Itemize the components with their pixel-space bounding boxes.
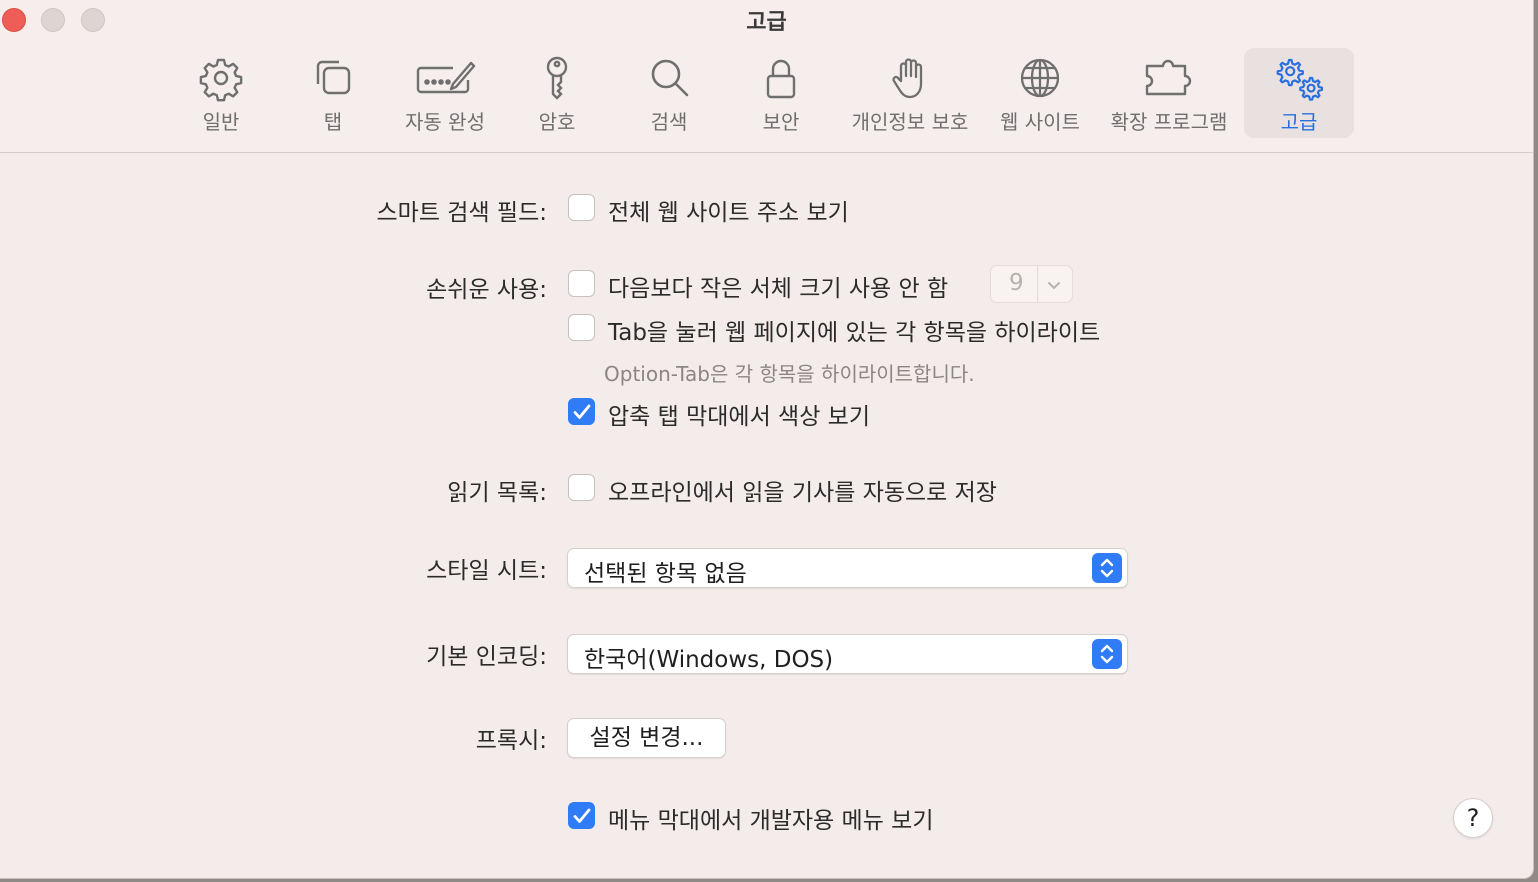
toolbar: 고급 일반 탭 자동 완성 암호 검색 보안 개인정보 보호 웹 사이트 확장 …	[0, 0, 1533, 153]
help-button[interactable]: ?	[1453, 798, 1493, 838]
lock-icon	[766, 59, 796, 99]
autofill-icon	[416, 61, 476, 94]
tab-tabs[interactable]: 탭	[288, 48, 378, 138]
tab-autofill[interactable]: 자동 완성	[396, 48, 494, 138]
tab-privacy-label: 개인정보 보호	[851, 110, 969, 134]
change-proxy-settings-button[interactable]: 설정 변경...	[567, 718, 726, 758]
accessibility-label: 손쉬운 사용:	[426, 277, 547, 303]
tab-highlight-label[interactable]: Tab을 눌러 웹 페이지에 있는 각 항목을 하이라이트	[608, 313, 1100, 347]
up-down-chevron-icon	[1100, 644, 1114, 664]
preferences-window: 고급 일반 탭 자동 완성 암호 검색 보안 개인정보 보호 웹 사이트 확장 …	[0, 0, 1534, 879]
develop-menu-label[interactable]: 메뉴 막대에서 개발자용 메뉴 보기	[608, 801, 933, 835]
compact-tab-color-checkbox[interactable]	[568, 398, 595, 425]
tab-highlight-hint: Option-Tab은 각 항목을 하이라이트합니다.	[604, 362, 975, 386]
show-full-address-checkbox[interactable]	[568, 194, 595, 221]
tab-privacy[interactable]: 개인정보 보호	[846, 48, 974, 138]
chevron-down-icon	[1048, 282, 1060, 289]
tab-advanced-label: 고급	[1280, 110, 1318, 134]
gears-icon	[1276, 58, 1323, 101]
save-offline-label[interactable]: 오프라인에서 읽을 기사를 자동으로 저장	[608, 473, 997, 507]
tab-security[interactable]: 보안	[736, 48, 826, 138]
tab-extensions[interactable]: 확장 프로그램	[1104, 48, 1234, 138]
tab-security-label: 보안	[762, 110, 800, 134]
tab-autofill-label: 자동 완성	[405, 110, 485, 134]
encoding-stepper[interactable]	[1092, 639, 1122, 669]
tab-general-label: 일반	[202, 110, 240, 134]
tab-websites-label: 웹 사이트	[1000, 110, 1080, 134]
tab-search[interactable]: 검색	[624, 48, 714, 138]
advanced-settings-pane: 스마트 검색 필드: 전체 웹 사이트 주소 보기 손쉬운 사용: 다음보다 작…	[0, 153, 1533, 878]
tab-websites[interactable]: 웹 사이트	[994, 48, 1086, 138]
tab-tabs-label: 탭	[323, 110, 343, 134]
tab-highlight-checkbox[interactable]	[568, 314, 595, 341]
checkmark-icon	[573, 404, 591, 419]
up-down-chevron-icon	[1100, 558, 1114, 578]
save-offline-checkbox[interactable]	[568, 474, 595, 501]
tab-search-label: 검색	[650, 110, 688, 134]
tab-passwords[interactable]: 암호	[512, 48, 602, 138]
min-font-size-checkbox[interactable]	[568, 270, 595, 297]
style-sheet-popup[interactable]: 선택된 항목 없음	[567, 548, 1128, 588]
min-font-size-select[interactable]: 9	[990, 265, 1073, 303]
proxies-label: 프록시:	[475, 728, 547, 754]
tab-general[interactable]: 일반	[176, 48, 266, 138]
develop-menu-checkbox[interactable]	[568, 802, 595, 829]
hand-icon	[892, 58, 923, 99]
select-divider	[1037, 266, 1038, 302]
encoding-value: 한국어(Windows, DOS)	[584, 647, 834, 673]
encoding-label: 기본 인코딩:	[426, 644, 547, 670]
globe-icon	[1020, 58, 1060, 98]
style-sheet-stepper[interactable]	[1092, 553, 1122, 583]
style-sheet-value: 선택된 항목 없음	[584, 561, 747, 587]
tab-advanced[interactable]: 고급	[1244, 48, 1354, 138]
style-sheet-label: 스타일 시트:	[426, 558, 547, 584]
key-icon	[546, 56, 568, 100]
smart-search-label: 스마트 검색 필드:	[376, 200, 548, 226]
min-font-size-label[interactable]: 다음보다 작은 서체 크기 사용 안 함	[608, 269, 948, 303]
min-font-size-value: 9	[1009, 270, 1024, 296]
gear-icon	[199, 58, 243, 102]
show-full-address-label[interactable]: 전체 웹 사이트 주소 보기	[608, 193, 849, 227]
search-icon	[651, 59, 689, 97]
tabs-icon	[316, 60, 351, 95]
tab-extensions-label: 확장 프로그램	[1110, 110, 1228, 134]
window-title: 고급	[746, 10, 787, 35]
encoding-popup[interactable]: 한국어(Windows, DOS)	[567, 634, 1128, 674]
puzzle-icon	[1145, 59, 1192, 96]
checkmark-icon	[573, 808, 591, 823]
compact-tab-color-label[interactable]: 압축 탭 막대에서 색상 보기	[608, 397, 870, 431]
reading-list-label: 읽기 목록:	[447, 480, 547, 506]
tab-passwords-label: 암호	[538, 110, 576, 134]
